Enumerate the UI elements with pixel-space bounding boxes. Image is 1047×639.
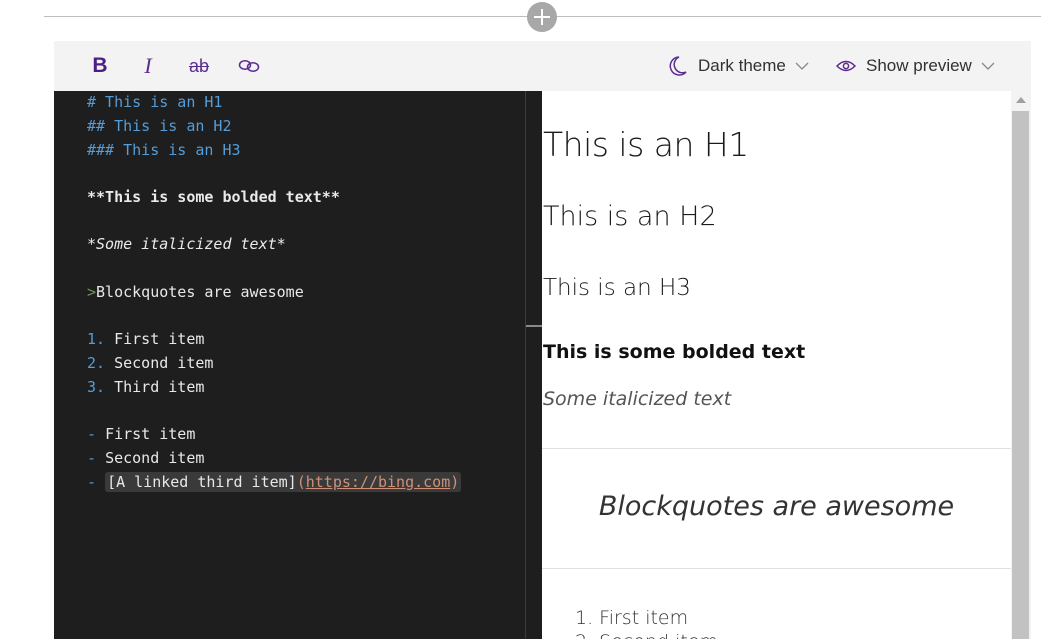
- moon-icon: [669, 56, 687, 76]
- markdown-source-editor[interactable]: # This is an H1 ## This is an H2 ### Thi…: [54, 91, 525, 639]
- eye-icon: [836, 60, 856, 72]
- preview-h1: This is an H1: [543, 125, 749, 164]
- scrollbar-thumb[interactable]: [1012, 111, 1029, 639]
- theme-label: Dark theme: [698, 56, 786, 75]
- markdown-preview: This is an H1 This is an H2 This is an H…: [542, 91, 1011, 639]
- code-line-h2: ## This is an H2: [87, 117, 232, 135]
- pane-splitter: [525, 91, 542, 639]
- strikethrough-button[interactable]: ab: [187, 54, 211, 78]
- italic-button[interactable]: I: [138, 53, 158, 78]
- code-line-ol-3: 3. Third item: [87, 378, 205, 396]
- code-line-blockquote: >Blockquotes are awesome: [87, 283, 304, 301]
- code-line-ol-2: 2. Second item: [87, 354, 214, 372]
- theme-dropdown[interactable]: Dark theme: [668, 54, 809, 78]
- chevron-down-icon: [795, 62, 809, 70]
- code-line-h1: # This is an H1: [87, 93, 223, 111]
- code-line-ul-3: - [A linked third item](https://bing.com…: [87, 472, 462, 492]
- preview-italic-text: Some italicized text: [543, 388, 732, 410]
- markdown-editor: B I ab Dark theme Show preview # This is…: [54, 41, 1031, 639]
- insert-link-button[interactable]: [237, 54, 261, 78]
- preview-label: Show preview: [866, 56, 972, 75]
- code-line-h3: ### This is an H3: [87, 141, 241, 159]
- preview-dropdown[interactable]: Show preview: [836, 54, 995, 78]
- preview-h2: This is an H2: [543, 201, 717, 232]
- preview-blockquote: Blockquotes are awesome: [598, 491, 955, 522]
- link-icon: [238, 60, 260, 72]
- code-line-ul-2: - Second item: [87, 449, 205, 467]
- preview-list-item: 1. First item: [575, 607, 689, 629]
- chevron-down-icon: [981, 62, 995, 70]
- preview-h3: This is an H3: [543, 275, 691, 301]
- bold-button[interactable]: B: [90, 54, 110, 78]
- blockquote-bottom-rule: [542, 568, 1011, 569]
- formatting-toolbar: B I ab Dark theme Show preview: [54, 41, 1031, 91]
- code-line-ol-1: 1. First item: [87, 330, 205, 348]
- preview-list-item: 2. Second item: [575, 631, 718, 639]
- markdown-link: [A linked third item](https://bing.com): [105, 472, 462, 492]
- splitter-line: [525, 91, 526, 639]
- code-line-ul-1: - First item: [87, 425, 196, 443]
- blockquote-top-rule: [542, 448, 1011, 449]
- add-section-button[interactable]: [527, 2, 557, 32]
- code-line-bold: **This is some bolded text**: [87, 188, 340, 206]
- splitter-handle[interactable]: [526, 325, 542, 327]
- scroll-up-arrow-icon[interactable]: [1011, 93, 1031, 109]
- preview-bold-text: This is some bolded text: [543, 341, 806, 363]
- code-line-italic: *Some italicized text*: [87, 235, 286, 253]
